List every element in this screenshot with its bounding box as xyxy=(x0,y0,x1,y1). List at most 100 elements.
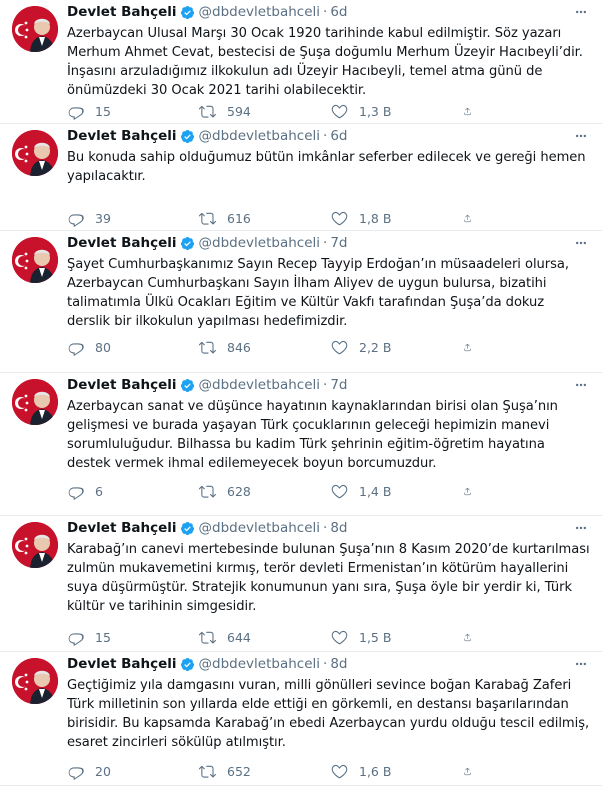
like-button[interactable]: 1,4 B xyxy=(331,481,463,501)
reply-button[interactable]: 39 xyxy=(67,208,199,228)
avatar[interactable] xyxy=(12,379,58,425)
more-options-icon[interactable] xyxy=(572,234,590,252)
user-name[interactable]: Devlet Bahçeli xyxy=(67,377,177,393)
retweet-button[interactable]: 594 xyxy=(199,101,331,121)
tweet-actions: 39 616 1,8 B xyxy=(67,208,483,228)
more-options-icon[interactable] xyxy=(572,3,590,21)
tweet[interactable]: Devlet Bahçeli @dbdevletbahceli · 7d Aze… xyxy=(0,373,602,516)
retweet-count: 644 xyxy=(227,629,251,645)
tweet-header: Devlet Bahçeli @dbdevletbahceli · 6d xyxy=(67,3,590,21)
profile-photo-icon xyxy=(12,237,58,283)
tweet-actions: 6 628 1,4 B xyxy=(67,481,483,501)
heart-icon xyxy=(331,764,348,778)
reply-icon xyxy=(68,486,84,500)
share-button[interactable] xyxy=(463,761,483,781)
avatar[interactable] xyxy=(12,6,58,52)
user-handle[interactable]: @dbdevletbahceli xyxy=(199,4,320,20)
profile-photo-icon xyxy=(12,522,58,568)
tweet-text: Karabağ’ın canevi mertebesinde bulunan Ş… xyxy=(67,542,590,614)
retweet-count: 628 xyxy=(227,483,251,499)
reply-count: 15 xyxy=(95,629,111,645)
tweet-timestamp[interactable]: 6d xyxy=(330,128,347,144)
tweet-text: Geçtiğimiz yıla damgasını vuran, milli g… xyxy=(67,678,590,750)
avatar[interactable] xyxy=(12,130,58,176)
tweet[interactable]: Devlet Bahçeli @dbdevletbahceli · 8d Kar… xyxy=(0,516,602,652)
tweet-timestamp[interactable]: 8d xyxy=(330,520,347,536)
reply-icon xyxy=(68,342,84,356)
reply-button[interactable]: 6 xyxy=(67,481,199,501)
tweet[interactable]: Devlet Bahçeli @dbdevletbahceli · 7d Şay… xyxy=(0,231,602,373)
more-options-icon[interactable] xyxy=(572,127,590,145)
separator-dot: · xyxy=(323,656,328,672)
reply-button[interactable]: 20 xyxy=(67,761,199,781)
reply-button[interactable]: 80 xyxy=(67,337,199,357)
user-handle[interactable]: @dbdevletbahceli xyxy=(199,520,320,536)
tweet-timestamp[interactable]: 7d xyxy=(330,235,347,251)
tweet[interactable]: Devlet Bahçeli @dbdevletbahceli · 6d Bu … xyxy=(0,124,602,231)
avatar[interactable] xyxy=(12,237,58,283)
more-options-icon[interactable] xyxy=(572,655,590,673)
more-options-icon[interactable] xyxy=(572,519,590,537)
user-name[interactable]: Devlet Bahçeli xyxy=(67,4,177,20)
heart-icon xyxy=(331,630,348,644)
share-button[interactable] xyxy=(463,101,483,121)
reply-count: 80 xyxy=(95,339,111,355)
verified-badge-icon xyxy=(180,129,194,143)
reply-button[interactable]: 15 xyxy=(67,627,199,647)
tweet-text: Azerbaycan Ulusal Marşı 30 Ocak 1920 tar… xyxy=(67,26,583,98)
reply-icon xyxy=(68,213,84,227)
user-name[interactable]: Devlet Bahçeli xyxy=(67,656,177,672)
share-icon xyxy=(464,214,471,222)
tweet-timestamp[interactable]: 6d xyxy=(330,4,347,20)
retweet-icon xyxy=(199,631,216,644)
user-handle[interactable]: @dbdevletbahceli xyxy=(199,235,320,251)
like-button[interactable]: 1,3 B xyxy=(331,101,463,121)
heart-icon xyxy=(331,211,348,225)
share-button[interactable] xyxy=(463,627,483,647)
share-button[interactable] xyxy=(463,337,483,357)
tweet-timestamp[interactable]: 8d xyxy=(330,656,347,672)
tweet[interactable]: Devlet Bahçeli @dbdevletbahceli · 8d Geç… xyxy=(0,652,602,786)
like-count: 1,6 B xyxy=(359,763,392,779)
tweet-actions: 80 846 2,2 B xyxy=(67,337,483,357)
reply-button[interactable]: 15 xyxy=(67,101,199,121)
user-handle[interactable]: @dbdevletbahceli xyxy=(199,128,320,144)
share-icon xyxy=(464,633,471,641)
retweet-count: 652 xyxy=(227,763,251,779)
tweet-text: Şayet Cumhurbaşkanımız Sayın Recep Tayyi… xyxy=(67,257,569,329)
like-button[interactable]: 1,8 B xyxy=(331,208,463,228)
more-options-icon[interactable] xyxy=(572,376,590,394)
retweet-button[interactable]: 644 xyxy=(199,627,331,647)
tweet-feed: Devlet Bahçeli @dbdevletbahceli · 6d Aze… xyxy=(0,0,602,786)
retweet-button[interactable]: 652 xyxy=(199,761,331,781)
like-button[interactable]: 2,2 B xyxy=(331,337,463,357)
reply-count: 15 xyxy=(95,103,111,119)
reply-count: 6 xyxy=(95,483,103,499)
retweet-icon xyxy=(199,341,216,354)
user-name[interactable]: Devlet Bahçeli xyxy=(67,128,177,144)
retweet-icon xyxy=(199,105,216,118)
retweet-button[interactable]: 846 xyxy=(199,337,331,357)
like-button[interactable]: 1,5 B xyxy=(331,627,463,647)
reply-icon xyxy=(68,106,84,120)
retweet-icon xyxy=(199,765,216,778)
verified-badge-icon xyxy=(180,236,194,250)
avatar[interactable] xyxy=(12,522,58,568)
share-button[interactable] xyxy=(463,208,483,228)
user-name[interactable]: Devlet Bahçeli xyxy=(67,520,177,536)
retweet-button[interactable]: 616 xyxy=(199,208,331,228)
like-count: 1,4 B xyxy=(359,483,392,499)
separator-dot: · xyxy=(323,520,328,536)
tweet-header: Devlet Bahçeli @dbdevletbahceli · 8d xyxy=(67,519,590,537)
like-button[interactable]: 1,6 B xyxy=(331,761,463,781)
tweet-timestamp[interactable]: 7d xyxy=(330,377,347,393)
user-handle[interactable]: @dbdevletbahceli xyxy=(199,377,320,393)
retweet-button[interactable]: 628 xyxy=(199,481,331,501)
user-handle[interactable]: @dbdevletbahceli xyxy=(199,656,320,672)
tweet-actions: 15 594 1,3 B xyxy=(67,101,483,121)
avatar[interactable] xyxy=(12,658,58,704)
share-button[interactable] xyxy=(463,481,483,501)
user-name[interactable]: Devlet Bahçeli xyxy=(67,235,177,251)
tweet[interactable]: Devlet Bahçeli @dbdevletbahceli · 6d Aze… xyxy=(0,0,602,124)
reply-icon xyxy=(68,632,84,646)
